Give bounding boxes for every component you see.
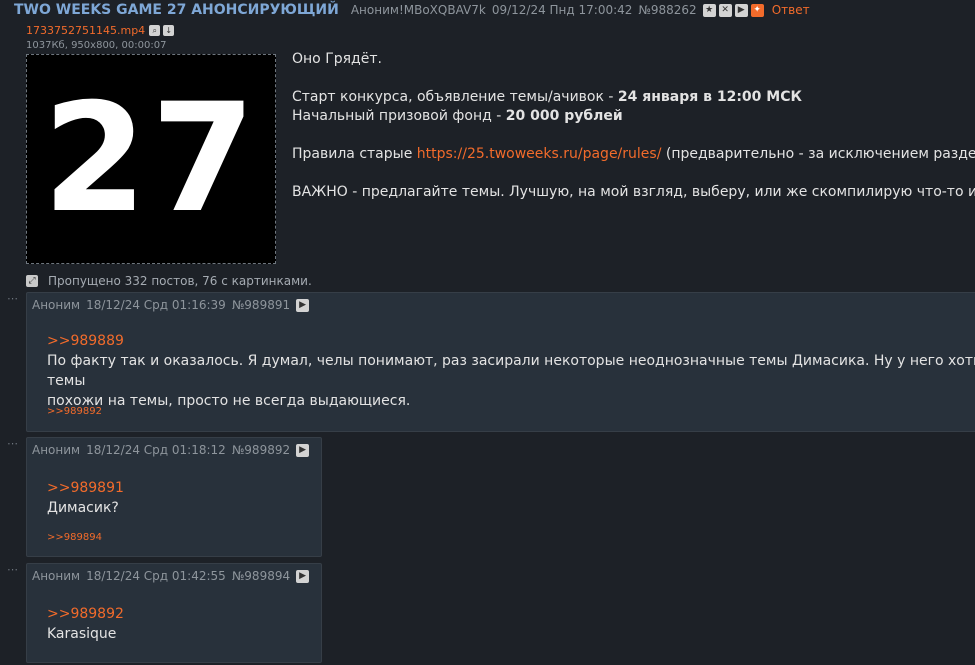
search-icon[interactable]: ⌕ (149, 25, 161, 36)
post-menu-dots-icon[interactable]: ⋯ (7, 563, 19, 576)
pin-icon[interactable]: ✦ (750, 3, 764, 17)
omitted-posts-text: Пропущено 332 постов, 76 с картинками. (48, 274, 312, 288)
op-header: TWO WEEKS GAME 27 АНОНСИРУЮЩИЙ Аноним!MB… (14, 1, 810, 19)
post-text: похожи на темы, просто не всегда выдающи… (47, 393, 411, 409)
video-thumbnail[interactable]: 27 (26, 54, 276, 264)
op-line: ВАЖНО - предлагайте темы. Лучшую, на мой… (292, 184, 975, 200)
reply-post: Аноним 18/12/24 Срд 01:16:39 №989891 ▶ >… (26, 292, 975, 432)
close-icon[interactable]: ✕ (718, 3, 732, 17)
quote-link[interactable]: >>989889 (47, 331, 975, 351)
post-header: Аноним 18/12/24 Срд 01:18:12 №989892 ▶ (32, 443, 310, 457)
quote-link[interactable]: >>989892 (47, 604, 124, 624)
post-author: Аноним (32, 443, 81, 457)
reply-post: Аноним 18/12/24 Срд 01:42:55 №989894 ▶ >… (26, 563, 322, 663)
thread-title: TWO WEEKS GAME 27 АНОНСИРУЮЩИЙ (14, 2, 339, 18)
rules-link[interactable]: https://25.twoweeks.ru/page/rules/ (417, 146, 662, 162)
file-info: 1037Кб, 950x800, 00:00:07 (26, 40, 167, 51)
post-number[interactable]: №989894 (232, 569, 290, 583)
op-message: Оно Грядёт. Старт конкурса, объявление т… (292, 50, 975, 202)
play-icon[interactable]: ▶ (734, 3, 748, 17)
download-icon[interactable]: ↓ (163, 25, 175, 36)
star-icon[interactable]: ★ (702, 3, 716, 17)
post-text: По факту так и оказалось. Я думал, челы … (47, 353, 975, 389)
post-message: >>989892 Karasique (47, 604, 124, 644)
post-date: 18/12/24 Срд 01:18:12 (86, 443, 226, 457)
post-text: Димасик? (47, 500, 119, 516)
post-number[interactable]: №989891 (232, 298, 290, 312)
play-icon[interactable]: ▶ (296, 443, 310, 457)
reply-post: Аноним 18/12/24 Срд 01:18:12 №989892 ▶ >… (26, 437, 322, 557)
op-author: Аноним!MBoXQBAV7k (350, 3, 486, 17)
expand-icon[interactable]: ⤢ (26, 275, 38, 287)
post-menu-dots-icon[interactable]: ⋯ (7, 437, 19, 450)
post-menu-dots-icon[interactable]: ⋯ (7, 292, 19, 305)
play-icon[interactable]: ▶ (296, 298, 310, 312)
post-number[interactable]: №989892 (232, 443, 290, 457)
post-date: 18/12/24 Срд 01:16:39 (86, 298, 226, 312)
reply-link[interactable]: Ответ (772, 3, 810, 17)
op-line: Оно Грядёт. (292, 51, 382, 67)
post-author: Аноним (32, 569, 81, 583)
op-line: Правила старые https://25.twoweeks.ru/pa… (292, 146, 975, 162)
thumbnail-image-text: 27 (42, 72, 260, 246)
op-line: Начальный призовой фонд - 20 000 рублей (292, 108, 623, 124)
post-header: Аноним 18/12/24 Срд 01:16:39 №989891 ▶ (32, 298, 310, 312)
op-date: 09/12/24 Пнд 17:00:42 (491, 3, 633, 17)
post-header: Аноним 18/12/24 Срд 01:42:55 №989894 ▶ (32, 569, 310, 583)
post-date: 18/12/24 Срд 01:42:55 (86, 569, 226, 583)
play-icon[interactable]: ▶ (296, 569, 310, 583)
post-message: >>989889 По факту так и оказалось. Я дум… (47, 331, 975, 411)
op-line: Старт конкурса, объявление темы/ачивок -… (292, 89, 802, 105)
quote-link[interactable]: >>989891 (47, 478, 124, 498)
backref-link[interactable]: >>989894 (47, 532, 102, 543)
post-message: >>989891 Димасик? (47, 478, 124, 518)
omitted-posts-row[interactable]: ⤢ Пропущено 332 постов, 76 с картинками. (26, 274, 312, 288)
post-author: Аноним (32, 298, 81, 312)
backref-link[interactable]: >>989892 (47, 406, 102, 417)
file-name-link[interactable]: 1733752751145.mp4 (26, 24, 145, 37)
post-text: Karasique (47, 626, 117, 642)
file-row: 1733752751145.mp4 ⌕ ↓ (26, 24, 175, 37)
op-post-number[interactable]: №988262 (638, 3, 696, 17)
